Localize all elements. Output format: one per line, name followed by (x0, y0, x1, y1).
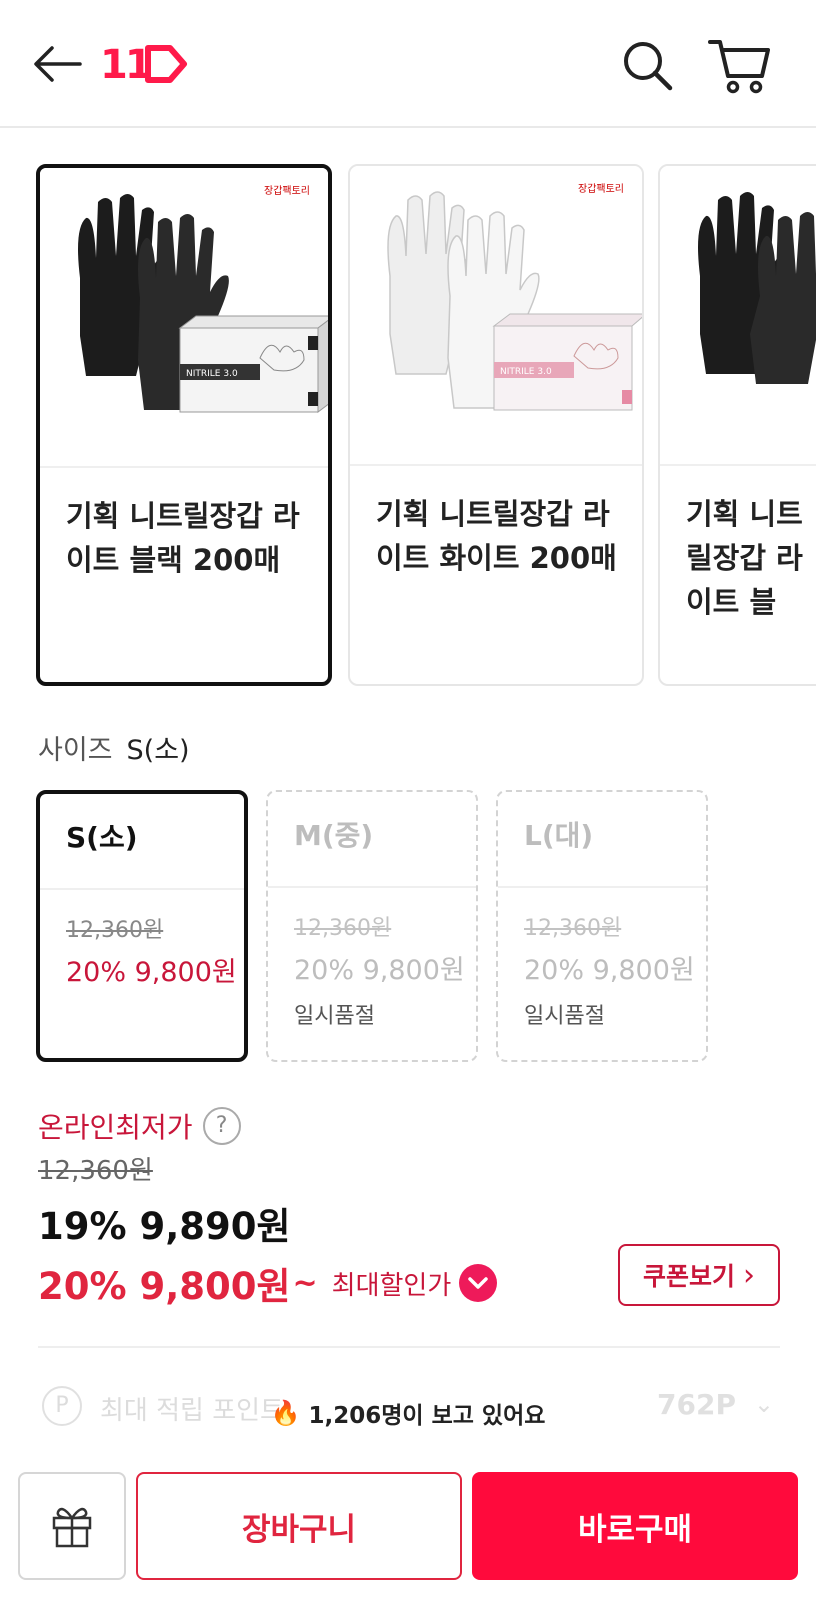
view-coupon-button[interactable]: 쿠폰보기 › (618, 1244, 780, 1306)
sold-out-label: 일시품절 (524, 1004, 605, 1029)
max-discount-price: 20% 9,800원 (38, 1265, 291, 1308)
gift-icon (52, 1507, 92, 1548)
size-option-l[interactable]: L(대) 12,360원 20% 9,800원 일시품절 (496, 790, 708, 1062)
box-label-black: NITRILE 3.0 (186, 369, 238, 379)
size-option-m[interactable]: M(중) 12,360원 20% 9,800원 일시품절 (266, 790, 478, 1062)
size-divider (40, 888, 244, 890)
online-lowest-price-label: 온라인최저가 ? (38, 1106, 241, 1146)
logo-text: 11 (100, 42, 153, 88)
product-image-black-partial (660, 166, 816, 466)
price-tilde: ~ (292, 1265, 318, 1301)
max-discount-price-row: 20% 9,800원 ~ 최대할인가 (38, 1256, 498, 1310)
help-icon[interactable]: ? (202, 1107, 241, 1145)
viewer-text: 1,206명이 보고 있어요 (308, 1403, 546, 1429)
current-price: 19% 9,890원 (38, 1205, 291, 1248)
lowest-label-text: 온라인최저가 (38, 1111, 193, 1144)
size-original-price: 12,360원 (524, 916, 622, 941)
size-label-row: 사이즈 S(소) (38, 728, 190, 767)
chevron-right-icon: › (743, 1257, 755, 1293)
section-divider (38, 1346, 780, 1348)
size-divider (268, 886, 476, 888)
product-card-black-partial[interactable]: 기획 니트릴장갑 라이트 블 (658, 164, 816, 686)
size-divider (498, 886, 706, 888)
brand-logo: 장갑팩토리 (578, 184, 624, 195)
top-header: 11 (0, 0, 816, 128)
bottom-action-bar: 장바구니 바로구매 (0, 1450, 816, 1600)
size-name: M(중) (294, 819, 374, 852)
gift-button[interactable] (18, 1472, 126, 1580)
box-label-white: NITRILE 3.0 (500, 367, 552, 377)
chevron-down-icon[interactable] (459, 1264, 498, 1302)
product-image-black: NITRILE 3.0 장갑팩토리 (40, 168, 328, 468)
size-name: S(소) (66, 821, 138, 854)
product-card-white[interactable]: NITRILE 3.0 장갑팩토리 기획 니트릴장갑 라이트 화이트 200매 (348, 164, 644, 686)
logo-shape-icon (145, 45, 187, 83)
back-arrow-icon[interactable] (30, 40, 86, 88)
product-card-black[interactable]: NITRILE 3.0 장갑팩토리 기획 니트릴장갑 라이트 블랙 200매 (36, 164, 332, 686)
add-to-cart-button[interactable]: 장바구니 (136, 1472, 462, 1580)
size-selected-value: S(소) (126, 735, 190, 766)
product-title: 기획 니트릴장갑 라이트 화이트 200매 (376, 497, 617, 575)
product-title: 기획 니트릴장갑 라이트 블랙 200매 (66, 499, 300, 577)
size-option-s[interactable]: S(소) 12,360원 20% 9,800원 (36, 790, 248, 1062)
coupon-label: 쿠폰보기 (642, 1262, 735, 1291)
viewer-count: 🔥 1,206명이 보고 있어요 (0, 1396, 816, 1430)
size-original-price: 12,360원 (66, 918, 164, 943)
sold-out-label: 일시품절 (294, 1004, 375, 1029)
size-original-price: 12,360원 (294, 916, 392, 941)
fire-icon: 🔥 (270, 1399, 301, 1427)
size-discount-price: 20% 9,800원 (66, 957, 237, 988)
product-option-carousel: NITRILE 3.0 장갑팩토리 기획 니트릴장갑 라이트 블랙 200매 N… (0, 160, 816, 690)
size-label: 사이즈 (38, 735, 113, 766)
size-discount-price: 20% 9,800원 (294, 955, 465, 986)
cart-icon[interactable] (706, 36, 772, 96)
buy-now-button[interactable]: 바로구매 (472, 1472, 798, 1580)
max-discount-label: 최대할인가 (331, 1270, 452, 1301)
search-icon[interactable] (618, 36, 678, 96)
product-title: 기획 니트릴장갑 라이트 블 (686, 497, 803, 619)
product-image-white: NITRILE 3.0 장갑팩토리 (350, 166, 642, 466)
size-discount-price: 20% 9,800원 (524, 955, 695, 986)
size-name: L(대) (524, 819, 594, 852)
original-price: 12,360원 (38, 1156, 153, 1186)
brand-logo: 장갑팩토리 (264, 186, 310, 197)
